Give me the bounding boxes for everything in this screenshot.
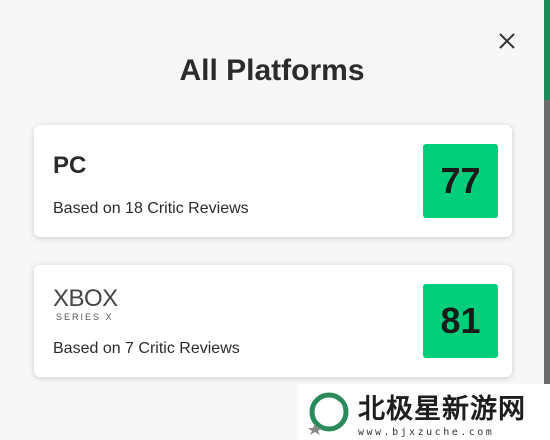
metascore-badge: 77 — [423, 144, 498, 218]
platform-name-pc: PC — [53, 152, 87, 179]
watermark-logo-icon — [308, 392, 349, 435]
critic-reviews-count: Based on 7 Critic Reviews — [53, 340, 240, 357]
dialog-title: All Platforms — [179, 54, 365, 87]
background-accent — [544, 0, 550, 100]
watermark-text: 北极星新游网 — [358, 393, 526, 425]
xbox-logo-word: XBOX — [53, 285, 118, 312]
metascore-badge: 81 — [423, 284, 498, 358]
xbox-logo-sub: SERIES X — [56, 312, 114, 322]
site-watermark: 北极星新游网 www.bjxzuche.com — [298, 384, 550, 440]
watermark-url: www.bjxzuche.com — [358, 426, 495, 438]
critic-reviews-count: Based on 18 Critic Reviews — [53, 200, 249, 217]
platforms-dialog: All Platforms PC Based on 18 Critic Revi… — [0, 0, 544, 440]
platform-card-xbox[interactable]: XBOX SERIES X Based on 7 Critic Reviews … — [34, 265, 512, 377]
platform-card-pc[interactable]: PC Based on 18 Critic Reviews 77 — [34, 125, 512, 237]
close-icon[interactable] — [496, 30, 518, 52]
xbox-series-x-logo: XBOX SERIES X — [53, 285, 118, 323]
